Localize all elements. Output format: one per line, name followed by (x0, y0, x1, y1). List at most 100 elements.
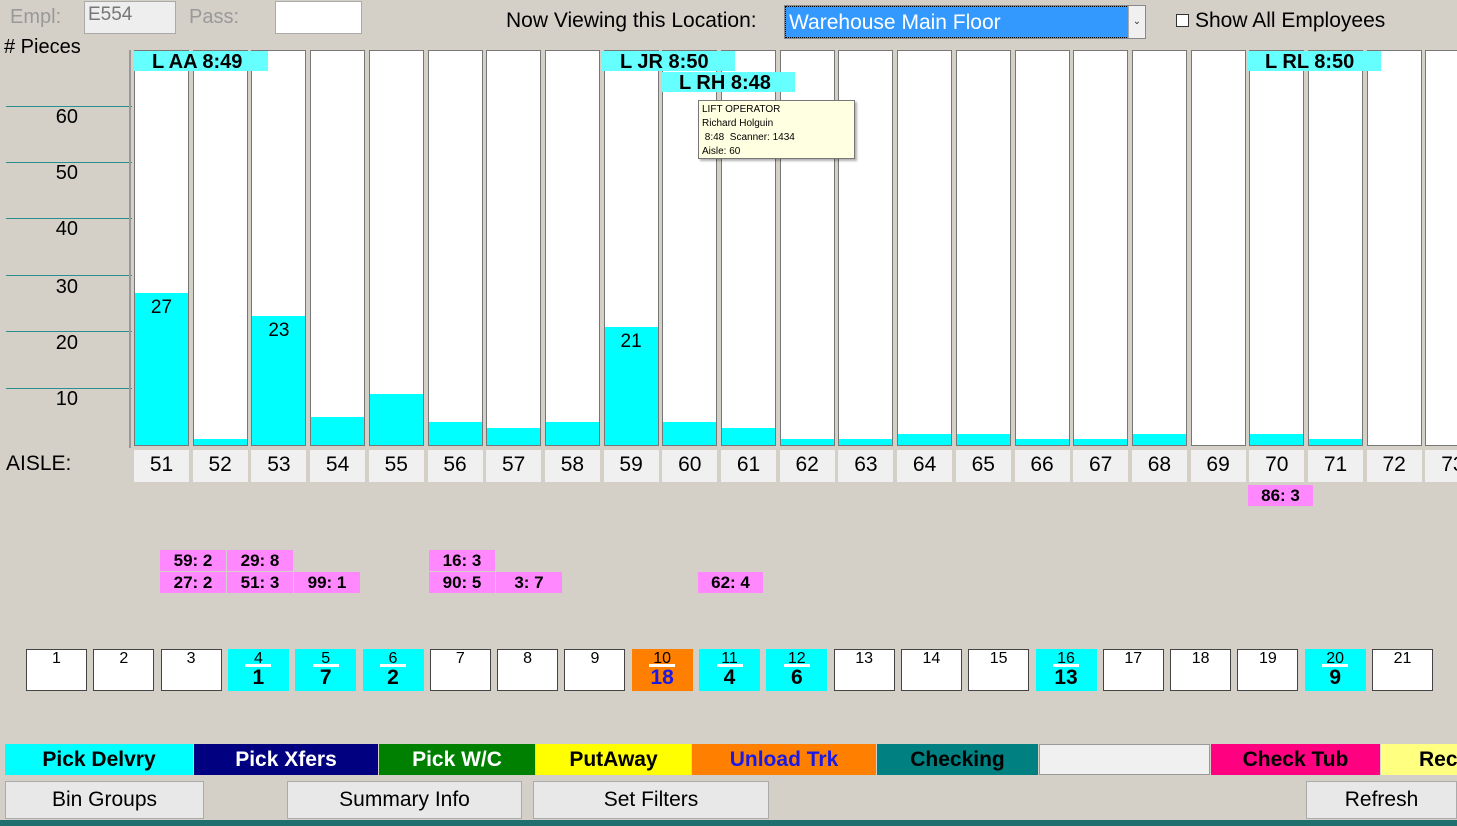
legend-item[interactable]: Pick Xfers (194, 744, 378, 775)
bin-box[interactable]: 7 (429, 649, 491, 691)
bin-box[interactable]: 1 (26, 649, 87, 691)
aisle-column[interactable] (1073, 50, 1129, 446)
order-tag[interactable]: 62: 4 (698, 572, 763, 593)
aisle-number[interactable]: 55 (368, 450, 424, 482)
aisle-number[interactable]: 71 (1308, 450, 1363, 482)
aisle-number[interactable]: 72 (1366, 450, 1422, 482)
aisle-column[interactable] (544, 50, 600, 446)
order-tag[interactable]: 59: 2 (160, 550, 226, 571)
legend-item[interactable]: Pick Delvry (5, 744, 193, 775)
bin-box[interactable]: 13 (833, 649, 895, 691)
aisle-number[interactable]: 63 (838, 450, 894, 482)
pass-field[interactable] (275, 1, 362, 34)
bin-count: 1 (245, 664, 272, 689)
order-tag[interactable]: 16: 3 (429, 550, 495, 571)
aisle-number[interactable]: 54 (310, 450, 366, 482)
bin-box[interactable]: 3 (160, 649, 222, 691)
aisle-number[interactable]: 57 (486, 450, 542, 482)
employee-label-rh[interactable]: L RH 8:48 (661, 72, 795, 94)
aisle-number[interactable]: 52 (192, 450, 248, 482)
aisle-number[interactable]: 69 (1190, 450, 1246, 482)
aisle-number[interactable]: 73 (1425, 450, 1457, 482)
aisle-number[interactable]: 53 (251, 450, 307, 482)
bin-number: 1 (52, 650, 61, 667)
aisle-number[interactable]: 56 (427, 450, 483, 482)
order-tag[interactable]: 27: 2 (160, 572, 226, 593)
legend-item[interactable]: Rec (1381, 744, 1457, 775)
aisle-number[interactable]: 60 (662, 450, 718, 482)
bin-box[interactable]: 21 (1372, 649, 1433, 691)
bin-box[interactable]: 15 (968, 649, 1030, 691)
aisle-column[interactable] (192, 50, 248, 446)
aisle-column[interactable]: 23 (251, 50, 307, 446)
legend-item[interactable]: Pick W/C (379, 744, 535, 775)
bin-box[interactable]: 16 13 (1035, 649, 1097, 691)
aisle-column[interactable]: 21 (603, 50, 659, 446)
aisle-column[interactable] (1249, 50, 1305, 446)
gridline (6, 331, 132, 332)
aisle-number[interactable]: 66 (1014, 450, 1070, 482)
aisle-column[interactable] (486, 50, 542, 446)
aisle-column[interactable] (1308, 50, 1363, 446)
aisle-column[interactable] (1190, 50, 1246, 446)
employee-label-rl[interactable]: L RL 8:50 (1247, 51, 1381, 73)
bin-box[interactable]: 8 (497, 649, 559, 691)
bin-box[interactable]: 9 (564, 649, 626, 691)
aisle-column[interactable] (427, 50, 483, 446)
aisle-column[interactable] (1366, 50, 1422, 446)
aisle-column[interactable] (955, 50, 1011, 446)
show-all-checkbox[interactable] (1176, 14, 1189, 27)
legend-item[interactable]: Unload Trk (692, 744, 876, 775)
employee-label-jr[interactable]: L JR 8:50 (602, 51, 735, 73)
bin-box[interactable]: 20 9 (1304, 649, 1366, 691)
bin-box[interactable]: 10 18 (631, 649, 693, 691)
legend-item[interactable]: Check Tub (1211, 744, 1380, 775)
order-tag[interactable]: 90: 5 (429, 572, 495, 593)
bin-box[interactable]: 2 (93, 649, 155, 691)
set-filters-button[interactable]: Set Filters (533, 781, 769, 819)
bin-box[interactable]: 62 (362, 649, 424, 691)
order-tag[interactable]: 51: 3 (227, 572, 293, 593)
bin-box[interactable]: 57 (295, 649, 357, 691)
bin-box[interactable]: 18 (1170, 649, 1232, 691)
aisle-number[interactable]: 58 (544, 450, 600, 482)
aisle-number[interactable]: 64 (897, 450, 953, 482)
order-tag[interactable]: 86: 3 (1248, 485, 1313, 506)
legend-item[interactable] (1039, 744, 1210, 775)
bin-box[interactable]: 41 (227, 649, 289, 691)
legend-item[interactable]: Checking (877, 744, 1038, 775)
aisle-number[interactable]: 70 (1249, 450, 1305, 482)
aisle-number[interactable]: 68 (1131, 450, 1187, 482)
refresh-button[interactable]: Refresh (1306, 781, 1457, 819)
bin-box[interactable]: 17 (1102, 649, 1164, 691)
legend-item[interactable]: PutAway (536, 744, 691, 775)
aisle-number[interactable]: 67 (1073, 450, 1129, 482)
bar (722, 428, 775, 445)
aisle-column[interactable] (897, 50, 953, 446)
aisle-number[interactable]: 61 (721, 450, 776, 482)
aisle-column[interactable] (1425, 50, 1457, 446)
order-tag[interactable]: 3: 7 (496, 572, 562, 593)
aisle-number[interactable]: 62 (779, 450, 835, 482)
location-select[interactable]: Warehouse Main Floor ⌄ (784, 5, 1146, 39)
employee-label-aa[interactable]: L AA 8:49 (134, 51, 268, 73)
aisle-column[interactable] (310, 50, 366, 446)
bin-groups-button[interactable]: Bin Groups (5, 781, 204, 819)
aisle-column[interactable]: 27 (134, 50, 189, 446)
order-tag[interactable]: 99: 1 (294, 572, 360, 593)
bin-box[interactable]: 14 (900, 649, 962, 691)
aisle-column[interactable] (1131, 50, 1187, 446)
summary-info-button[interactable]: Summary Info (287, 781, 522, 819)
aisle-number[interactable]: 65 (955, 450, 1011, 482)
aisle-number[interactable]: 51 (134, 450, 189, 482)
empl-field[interactable]: E554 (84, 1, 176, 34)
show-all-label[interactable]: Show All Employees (1195, 9, 1385, 33)
bin-box[interactable]: 19 (1237, 649, 1299, 691)
aisle-column[interactable] (1014, 50, 1070, 446)
bin-box[interactable]: 12 6 (766, 649, 828, 691)
order-tag[interactable]: 29: 8 (227, 550, 293, 571)
chevron-down-icon[interactable]: ⌄ (1128, 6, 1145, 38)
aisle-column[interactable] (368, 50, 424, 446)
aisle-number[interactable]: 59 (603, 450, 659, 482)
bin-box[interactable]: 11 4 (699, 649, 760, 691)
